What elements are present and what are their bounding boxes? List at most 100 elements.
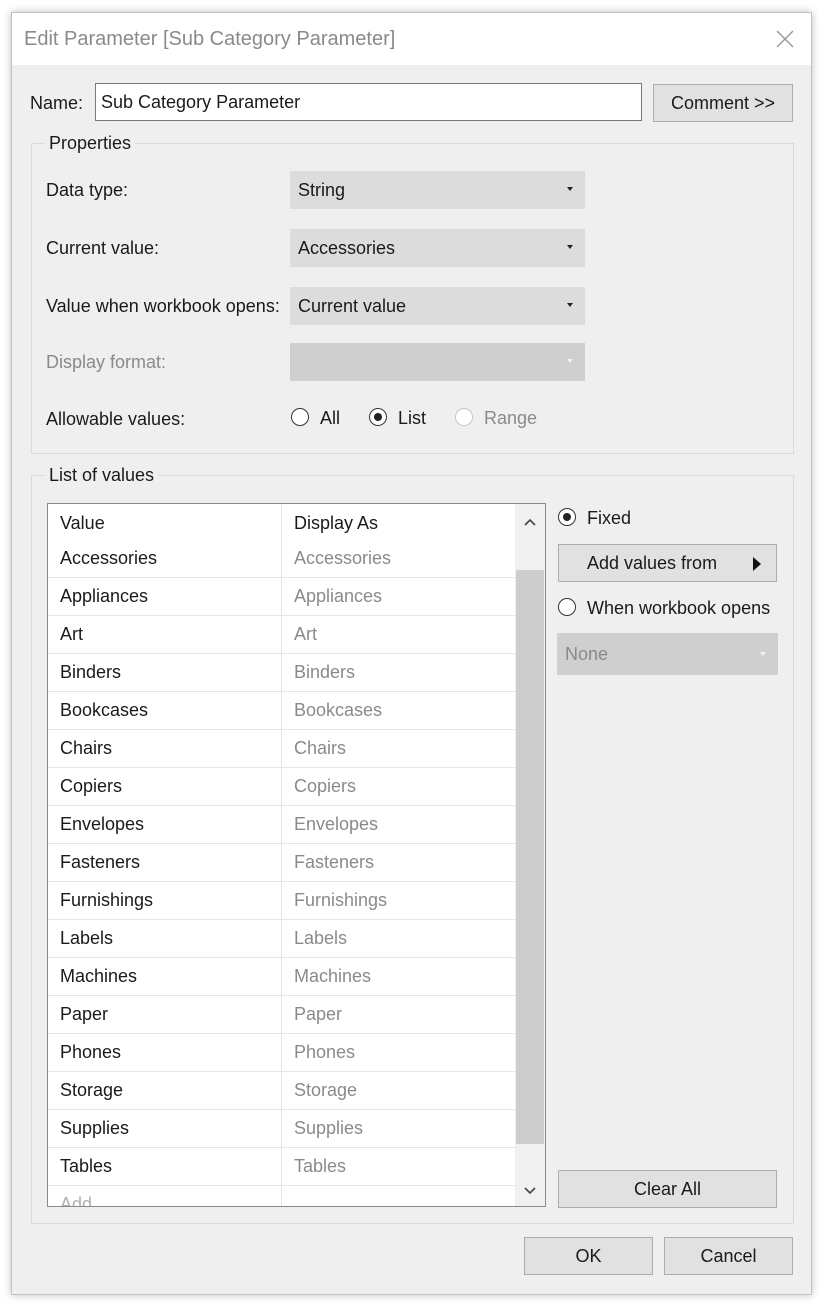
row-value[interactable]: Paper — [60, 1004, 108, 1025]
row-value[interactable]: Appliances — [60, 586, 148, 607]
row-display-as[interactable]: Phones — [294, 1042, 355, 1063]
radio-list-label: List — [398, 408, 427, 428]
table-row[interactable]: Binders Binders — [48, 654, 515, 692]
cancel-button[interactable]: Cancel — [664, 1237, 793, 1275]
column-header-display-as[interactable]: Display As — [294, 513, 378, 534]
row-value[interactable]: Storage — [60, 1080, 123, 1101]
row-display-as[interactable]: Labels — [294, 928, 347, 949]
dropdown-arrow-icon — [567, 187, 573, 191]
table-row[interactable]: Accessories Accessories — [48, 540, 515, 578]
column-header-value[interactable]: Value — [60, 513, 105, 534]
close-button[interactable] — [773, 27, 797, 51]
values-table[interactable]: Value Display As Accessories Accessories A… — [47, 503, 546, 1207]
row-display-as[interactable]: Paper — [294, 1004, 342, 1025]
row-display-as[interactable]: Storage — [294, 1080, 357, 1101]
dialog-title: Edit Parameter [Sub Category Parameter] — [24, 28, 396, 50]
row-value[interactable]: Chairs — [60, 738, 112, 759]
row-value[interactable]: Supplies — [60, 1118, 129, 1139]
display-format-select — [290, 343, 585, 381]
comment-button[interactable]: Comment >> — [653, 84, 793, 122]
radio-list[interactable] — [369, 408, 387, 426]
ok-button[interactable]: OK — [524, 1237, 653, 1275]
row-display-as[interactable]: Binders — [294, 662, 355, 683]
row-display-as[interactable]: Machines — [294, 966, 371, 987]
data-type-label: Data type: — [46, 180, 129, 200]
table-row[interactable]: Appliances Appliances — [48, 578, 515, 616]
table-row[interactable]: Chairs Chairs — [48, 730, 515, 768]
table-row[interactable]: Tables Tables — [48, 1148, 515, 1186]
row-display-as[interactable]: Supplies — [294, 1118, 363, 1139]
row-display-as[interactable]: Accessories — [294, 548, 391, 569]
display-format-label: Display format: — [46, 352, 167, 372]
radio-when-workbook-opens-label: When workbook opens — [587, 598, 771, 618]
row-display-as[interactable]: Furnishings — [294, 890, 387, 911]
table-row[interactable]: Storage Storage — [48, 1072, 515, 1110]
data-type-value: String — [298, 180, 346, 200]
title-bar: Edit Parameter [Sub Category Parameter] — [12, 13, 811, 65]
row-value[interactable]: Envelopes — [60, 814, 144, 835]
row-display-as[interactable]: Copiers — [294, 776, 356, 797]
table-row[interactable]: Envelopes Envelopes — [48, 806, 515, 844]
row-display-as[interactable]: Bookcases — [294, 700, 382, 721]
dropdown-arrow-icon — [567, 303, 573, 307]
clear-all-button[interactable]: Clear All — [558, 1170, 777, 1208]
row-value[interactable]: Accessories — [60, 548, 157, 569]
dropdown-arrow-icon — [567, 245, 573, 249]
scrollbar-thumb[interactable] — [516, 570, 544, 1144]
add-values-from-button[interactable]: Add values from — [558, 544, 777, 582]
table-row[interactable]: Machines Machines — [48, 958, 515, 996]
row-display-as[interactable]: Chairs — [294, 738, 346, 759]
row-value[interactable]: Machines — [60, 966, 137, 987]
row-display-as[interactable]: Envelopes — [294, 814, 378, 835]
add-row-placeholder[interactable]: Add — [60, 1194, 92, 1206]
radio-when-workbook-opens[interactable] — [558, 598, 576, 616]
when-opens-value: None — [565, 644, 609, 664]
properties-legend: Properties — [45, 133, 136, 154]
table-row[interactable]: Phones Phones — [48, 1034, 515, 1072]
edit-parameter-dialog: Edit Parameter [Sub Category Parameter] … — [11, 12, 812, 1295]
current-value-select[interactable]: Accessories — [290, 229, 585, 267]
row-value[interactable]: Binders — [60, 662, 121, 683]
table-row[interactable]: Paper Paper — [48, 996, 515, 1034]
name-input[interactable]: Sub Category Parameter — [95, 83, 642, 121]
when-opens-select: None — [557, 633, 778, 675]
row-value[interactable]: Copiers — [60, 776, 122, 797]
row-value[interactable]: Bookcases — [60, 700, 148, 721]
row-value[interactable]: Art — [60, 624, 83, 645]
row-value[interactable]: Fasteners — [60, 852, 140, 873]
allowable-values-label: Allowable values: — [46, 409, 186, 429]
row-value[interactable]: Tables — [60, 1156, 112, 1177]
dropdown-arrow-icon — [760, 652, 766, 656]
table-row[interactable]: Fasteners Fasteners — [48, 844, 515, 882]
radio-all[interactable] — [291, 408, 309, 426]
list-of-values-legend: List of values — [45, 465, 159, 486]
row-display-as[interactable]: Art — [294, 624, 317, 645]
radio-range — [455, 408, 473, 426]
data-type-select[interactable]: String — [290, 171, 585, 209]
chevron-up-icon[interactable] — [523, 515, 537, 529]
row-display-as[interactable]: Appliances — [294, 586, 382, 607]
open-value-value: Current value — [298, 296, 407, 316]
vertical-scrollbar[interactable] — [515, 504, 545, 1206]
table-row[interactable]: Furnishings Furnishings — [48, 882, 515, 920]
row-display-as[interactable]: Fasteners — [294, 852, 374, 873]
table-row[interactable]: Copiers Copiers — [48, 768, 515, 806]
radio-fixed-label: Fixed — [587, 508, 632, 528]
row-value[interactable]: Furnishings — [60, 890, 153, 911]
add-row[interactable]: Add — [48, 1186, 515, 1206]
row-value[interactable]: Labels — [60, 928, 113, 949]
current-value-value: Accessories — [298, 238, 396, 258]
radio-fixed[interactable] — [558, 508, 576, 526]
current-value-label: Current value: — [46, 238, 160, 258]
row-value[interactable]: Phones — [60, 1042, 121, 1063]
chevron-down-icon[interactable] — [523, 1184, 537, 1198]
table-row[interactable]: Labels Labels — [48, 920, 515, 958]
table-row[interactable]: Bookcases Bookcases — [48, 692, 515, 730]
row-display-as[interactable]: Tables — [294, 1156, 346, 1177]
table-row[interactable]: Supplies Supplies — [48, 1110, 515, 1148]
radio-range-label: Range — [484, 408, 538, 428]
table-row[interactable]: Art Art — [48, 616, 515, 654]
open-value-select[interactable]: Current value — [290, 287, 585, 325]
table-header: Value Display As — [48, 504, 515, 540]
dropdown-arrow-icon — [567, 359, 573, 363]
